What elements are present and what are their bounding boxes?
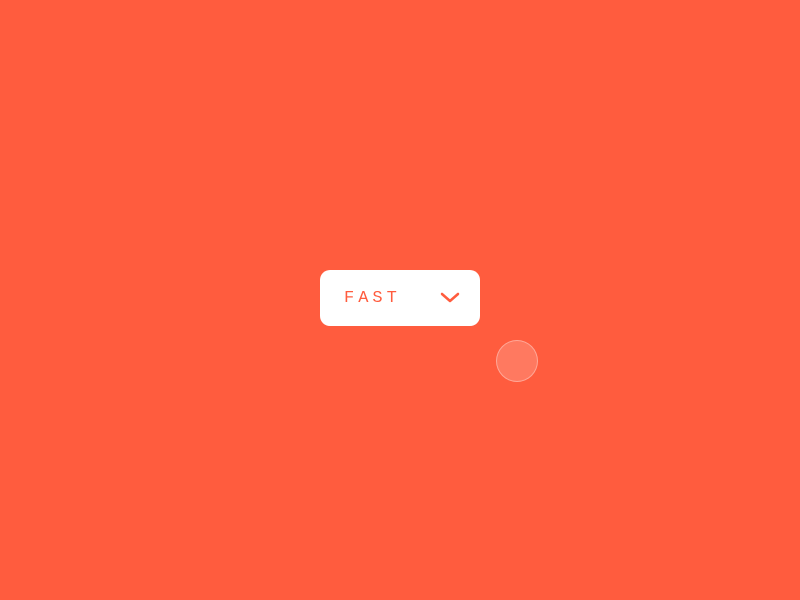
dropdown-label: FAST — [344, 289, 401, 308]
speed-dropdown[interactable]: FAST — [320, 270, 480, 326]
cursor-indicator — [496, 340, 538, 382]
chevron-down-icon — [440, 292, 460, 304]
